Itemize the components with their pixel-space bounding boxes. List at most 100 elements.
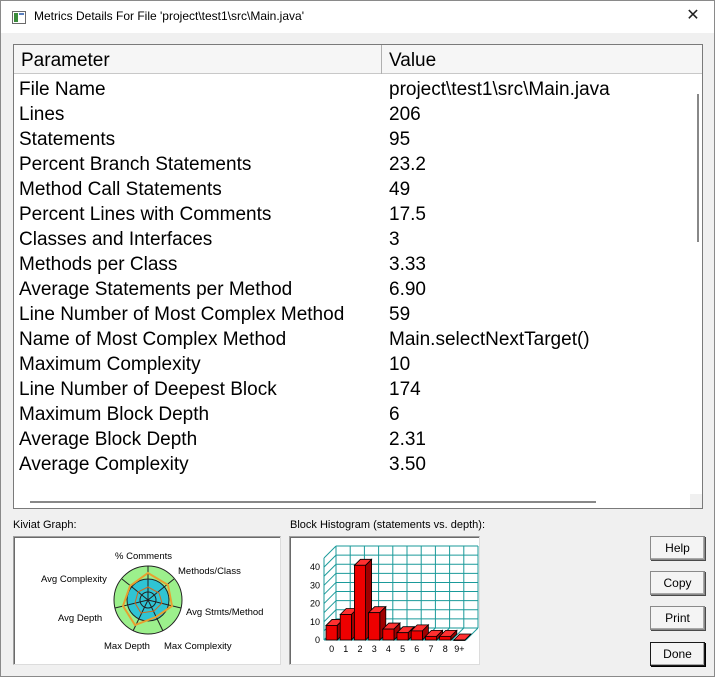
metrics-list[interactable]: Parameter Value File Name project\test1\s… (13, 44, 703, 509)
table-row[interactable]: Line Number of Most Complex Method 59 (14, 302, 690, 327)
histogram-x-tick: 9+ (454, 644, 464, 654)
histogram-x-tick: 5 (400, 644, 405, 654)
histogram-bar (453, 639, 466, 641)
vertical-scrollbar[interactable] (690, 74, 702, 494)
print-button[interactable]: Print (650, 606, 705, 630)
table-row[interactable]: File Name project\test1\src\Main.java (14, 77, 690, 102)
histogram-x-tick: 1 (343, 644, 348, 654)
table-row[interactable]: Method Call Statements 49 (14, 177, 690, 202)
parameter-cell: Line Number of Deepest Block (19, 379, 277, 400)
kiviat-axis-max-complexity: Max Complexity (164, 641, 232, 652)
value-cell: Main.selectNextTarget() (389, 329, 590, 350)
table-row[interactable]: Statements 95 (14, 127, 690, 152)
histogram-y-tick: 0 (315, 635, 320, 645)
histogram-bar (439, 635, 452, 641)
table-row[interactable]: Average Block Depth 2.31 (14, 427, 690, 452)
histogram-bar (424, 635, 437, 641)
table-row[interactable]: Maximum Complexity 10 (14, 352, 690, 377)
histogram-grid-line (323, 600, 337, 614)
histogram-bar (325, 625, 338, 641)
table-row[interactable]: Methods per Class 3.33 (14, 252, 690, 277)
horizontal-scroll-thumb[interactable] (30, 501, 596, 503)
histogram-x-tick: 0 (329, 644, 334, 654)
histogram-y-tick: 20 (310, 599, 320, 609)
parameter-cell: Statements (19, 129, 116, 150)
histogram-bar (368, 612, 381, 641)
table-row[interactable]: Average Statements per Method 6.90 (14, 277, 690, 302)
horizontal-scrollbar[interactable] (14, 494, 690, 508)
table-row[interactable]: Name of Most Complex Method Main.selectNe… (14, 327, 690, 352)
kiviat-axis-avg-complexity: Avg Complexity (41, 574, 107, 585)
histogram-x-tick: 6 (414, 644, 419, 654)
value-cell: 174 (389, 379, 421, 400)
table-row[interactable]: Percent Branch Statements 23.2 (14, 152, 690, 177)
histogram-bar (396, 632, 409, 641)
histogram-y-tick: 40 (310, 562, 320, 572)
list-rows: File Name project\test1\src\Main.java Line… (14, 77, 690, 477)
done-button[interactable]: Done (650, 642, 705, 666)
kiviat-label: Kiviat Graph: (13, 519, 77, 531)
window-title: Metrics Details For File 'project\test1\… (34, 9, 304, 23)
table-row[interactable]: Average Complexity 3.50 (14, 452, 690, 477)
histogram-y-tick: 10 (310, 617, 320, 627)
value-cell: 6 (389, 404, 400, 425)
table-row[interactable]: Classes and Interfaces 3 (14, 227, 690, 252)
histogram-x-tick: 2 (357, 644, 362, 654)
value-cell: 2.31 (389, 429, 426, 450)
value-cell: 10 (389, 354, 411, 375)
value-cell: 3 (389, 229, 400, 250)
parameter-cell: Methods per Class (19, 254, 178, 275)
close-icon[interactable]: ✕ (682, 5, 704, 27)
value-cell: 6.90 (389, 279, 426, 300)
histogram-y-tick: 30 (310, 580, 320, 590)
histogram-x-tick: 8 (443, 644, 448, 654)
parameter-cell: File Name (19, 79, 106, 100)
parameter-cell: Maximum Block Depth (19, 404, 210, 425)
value-cell: 59 (389, 304, 411, 325)
kiviat-graph-panel: % Comments Methods/Class Avg Stmts/Metho… (13, 536, 281, 665)
histogram-bar (410, 630, 423, 641)
parameter-cell: Lines (19, 104, 65, 125)
value-cell: 17.5 (389, 204, 426, 225)
table-row[interactable]: Line Number of Deepest Block 174 (14, 377, 690, 402)
value-cell: 95 (389, 129, 411, 150)
value-cell: 23.2 (389, 154, 426, 175)
block-histogram: 0102030400 1 2 3 4 5 6 7 8 9+ (310, 545, 479, 654)
histogram-label: Block Histogram (statements vs. depth): (290, 519, 486, 531)
histogram-x-tick: 7 (428, 644, 433, 654)
value-cell: 3.50 (389, 454, 426, 475)
histogram-bar (382, 628, 395, 641)
title-bar: Metrics Details For File 'project\test1\… (1, 1, 714, 33)
parameter-cell: Maximum Complexity (19, 354, 201, 375)
kiviat-axis-avg-stmts: Avg Stmts/Method (186, 607, 263, 618)
histogram-bar (354, 564, 367, 641)
metrics-dialog: Metrics Details For File 'project\test1\… (0, 0, 715, 677)
histogram-grid-line (323, 591, 337, 604)
histogram-bar (339, 614, 352, 641)
copy-button[interactable]: Copy (650, 571, 705, 595)
column-header-value[interactable]: Value (382, 45, 702, 74)
parameter-cell: Method Call Statements (19, 179, 222, 200)
scrollbar-corner (690, 494, 702, 508)
kiviat-axis-max-depth: Max Depth (104, 641, 150, 652)
list-header: Parameter Value (14, 45, 702, 74)
parameter-cell: Name of Most Complex Method (19, 329, 287, 350)
histogram-grid-line (323, 582, 337, 595)
table-row[interactable]: Maximum Block Depth 6 (14, 402, 690, 427)
parameter-cell: Average Complexity (19, 454, 189, 475)
parameter-cell: Average Statements per Method (19, 279, 293, 300)
parameter-cell: Percent Branch Statements (19, 154, 252, 175)
help-button[interactable]: Help (650, 536, 705, 560)
histogram-grid-line (323, 572, 337, 586)
table-row[interactable]: Lines 206 (14, 102, 690, 127)
table-row[interactable]: Percent Lines with Comments 17.5 (14, 202, 690, 227)
histogram-grid-line (323, 563, 337, 577)
app-icon (12, 11, 26, 24)
histogram-x-tick: 3 (372, 644, 377, 654)
vertical-scroll-thumb[interactable] (697, 94, 699, 242)
parameter-cell: Classes and Interfaces (19, 229, 213, 250)
value-cell: project\test1\src\Main.java (389, 79, 610, 100)
value-cell: 206 (389, 104, 421, 125)
histogram-x-tick: 4 (386, 644, 391, 654)
column-header-parameter[interactable]: Parameter (14, 45, 382, 74)
